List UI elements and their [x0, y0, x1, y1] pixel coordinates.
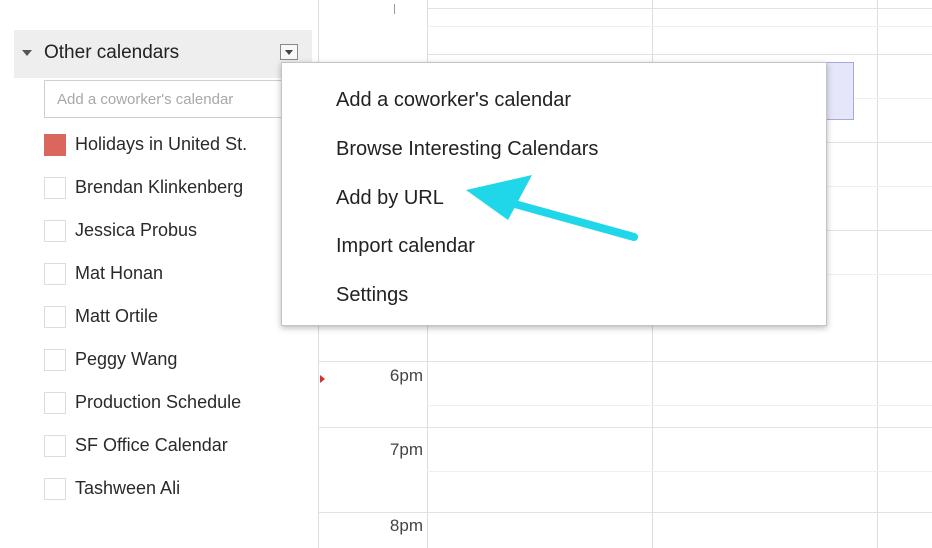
other-calendars-header[interactable]: Other calendars: [14, 30, 312, 78]
calendar-list: Holidays in United St. Brendan Klinkenbe…: [44, 124, 314, 511]
add-coworker-calendar-input[interactable]: [44, 80, 294, 118]
calendar-item-label[interactable]: Holidays in United St.: [75, 134, 247, 155]
calendar-checkbox[interactable]: [44, 349, 66, 371]
other-calendars-title[interactable]: Other calendars: [44, 42, 179, 64]
calendar-item-peggy-wang[interactable]: Peggy Wang: [44, 339, 314, 382]
calendar-item-matt-ortile[interactable]: Matt Ortile: [44, 296, 314, 339]
time-label-6pm: 6pm: [389, 366, 423, 385]
calendar-checkbox[interactable]: [44, 392, 66, 414]
calendar-item-label[interactable]: Jessica Probus: [75, 220, 197, 241]
calendar-item-label[interactable]: SF Office Calendar: [75, 435, 228, 456]
time-label-7pm: 7pm: [389, 440, 423, 459]
calendar-item-label[interactable]: Production Schedule: [75, 392, 241, 413]
calendar-item-tashween-ali[interactable]: Tashween Ali: [44, 468, 314, 511]
calendar-item-label[interactable]: Brendan Klinkenberg: [75, 177, 243, 198]
calendar-item-mat-honan[interactable]: Mat Honan: [44, 253, 314, 296]
calendar-checkbox[interactable]: [44, 306, 66, 328]
menu-item-browse-interesting-calendars[interactable]: Browse Interesting Calendars: [336, 138, 598, 161]
calendar-checkbox[interactable]: [44, 220, 66, 242]
calendar-item-label[interactable]: Mat Honan: [75, 263, 163, 284]
grid-half-hour-line: [427, 26, 932, 27]
calendar-item-sf-office-calendar[interactable]: SF Office Calendar: [44, 425, 314, 468]
menu-item-add-by-url[interactable]: Add by URL: [336, 187, 444, 210]
grid-hour-line: [427, 8, 932, 9]
calendar-item-label[interactable]: Matt Ortile: [75, 306, 158, 327]
calendar-checkbox[interactable]: [44, 263, 66, 285]
sidebar: Other calendars Holidays in United St. B…: [0, 0, 318, 548]
menu-item-import-calendar[interactable]: Import calendar: [336, 235, 475, 258]
calendar-item-label[interactable]: Tashween Ali: [75, 478, 180, 499]
calendar-item-jessica-probus[interactable]: Jessica Probus: [44, 210, 314, 253]
grid-hour-line: [318, 361, 932, 362]
grid-hour-line: [318, 512, 932, 513]
calendar-checkbox[interactable]: [44, 435, 66, 457]
grid-half-hour-line: [427, 405, 932, 406]
grid-hour-line: [318, 427, 932, 428]
dropdown-arrow-icon: [285, 50, 293, 55]
calendar-item-brendan-klinkenberg[interactable]: Brendan Klinkenberg: [44, 167, 314, 210]
collapse-arrow-icon[interactable]: [22, 50, 32, 56]
grid-hour-line: [427, 54, 932, 55]
menu-item-settings[interactable]: Settings: [336, 284, 408, 307]
other-calendars-dropdown-button[interactable]: [280, 44, 298, 60]
other-calendars-menu: Add a coworker's calendar Browse Interes…: [281, 62, 827, 326]
calendar-item-label[interactable]: Peggy Wang: [75, 349, 177, 370]
calendar-item-production-schedule[interactable]: Production Schedule: [44, 382, 314, 425]
menu-item-add-coworker-calendar[interactable]: Add a coworker's calendar: [336, 89, 571, 112]
calendar-checkbox[interactable]: [44, 177, 66, 199]
calendar-item-holidays[interactable]: Holidays in United St.: [44, 124, 314, 167]
time-gutter-tick: [394, 4, 395, 14]
calendar-checkbox[interactable]: [44, 478, 66, 500]
calendar-color-checkbox[interactable]: [44, 134, 66, 156]
time-label-8pm: 8pm: [389, 516, 423, 535]
grid-half-hour-line: [427, 471, 932, 472]
